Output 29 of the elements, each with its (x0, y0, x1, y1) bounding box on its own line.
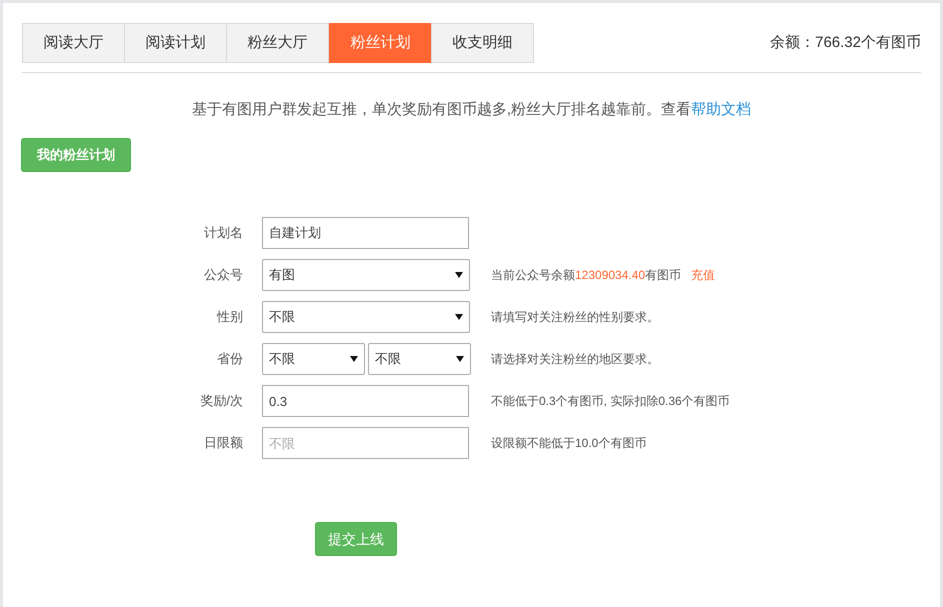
caret-icon (456, 355, 464, 363)
input-field[interactable]: 0.3 (262, 385, 469, 417)
input-field[interactable]: 不限 (262, 427, 469, 459)
help-link[interactable]: 帮助文档 (691, 101, 752, 118)
field-label: 计划名 (203, 224, 244, 242)
dropdown[interactable]: 有图 (262, 259, 470, 291)
dropdown[interactable]: 不限 (262, 343, 365, 375)
field-label: 日限额 (203, 434, 244, 452)
hint-text: 请填写对关注粉丝的性别要求。 (491, 309, 659, 326)
caret-icon (455, 271, 463, 279)
hint-text: 当前公众号余额12309034.40有图币 (491, 267, 682, 284)
dropdown[interactable]: 不限 (262, 301, 470, 333)
hint-text: 不能低于0.3个有图币, 实际扣除0.36个有图币 (491, 393, 730, 410)
tab[interactable]: 收支明细 (431, 23, 534, 63)
field-label: 奖励/次 (199, 392, 244, 410)
tab[interactable]: 阅读计划 (124, 23, 227, 63)
tab[interactable]: 粉丝大厅 (226, 23, 329, 63)
caret-icon (350, 355, 358, 363)
field-label: 省份 (216, 350, 244, 368)
hint-text: 设限额不能低于10.0个有图币 (491, 435, 646, 452)
caret-icon (455, 313, 463, 321)
hint-text: 请选择对关注粉丝的地区要求。 (491, 351, 659, 368)
field-label: 性别 (216, 308, 244, 326)
balance-text: 余额：766.32个有图币 (770, 32, 921, 52)
intro-text: 基于有图用户群发起互推，单次奖励有图币越多,粉丝大厅排名越靠前。查看帮助文档 (192, 101, 752, 118)
tab[interactable]: 阅读大厅 (22, 23, 125, 63)
field-label: 公众号 (203, 266, 244, 284)
dropdown[interactable]: 不限 (368, 343, 471, 375)
input-field[interactable]: 自建计划 (262, 217, 469, 249)
